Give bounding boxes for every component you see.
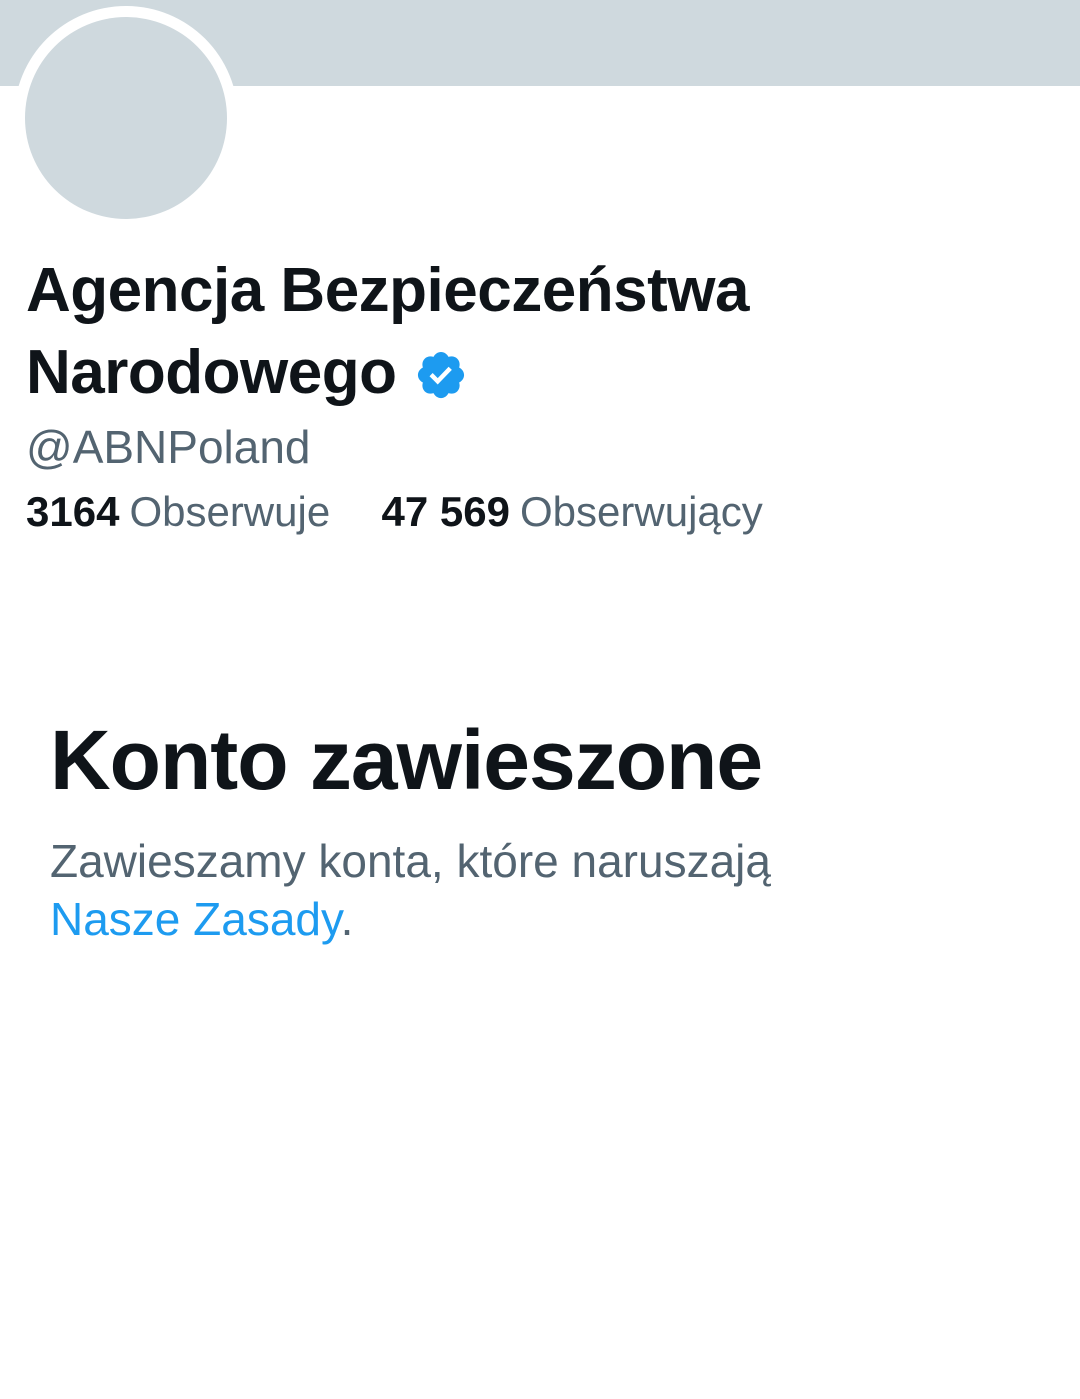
avatar xyxy=(14,6,238,230)
suspension-description: Zawieszamy konta, które naruszają Nasze … xyxy=(50,832,950,948)
following-label: Obserwuje xyxy=(129,488,331,535)
suspension-period: . xyxy=(340,893,354,945)
rules-link[interactable]: Nasze Zasady xyxy=(50,893,341,945)
profile-stats: 3164 Obserwuje 47 569 Obserwujący xyxy=(26,487,763,537)
avatar-placeholder xyxy=(25,17,227,219)
followers-label: Obserwujący xyxy=(520,488,763,535)
profile-name: Agencja Bezpieczeństwa Narodowego xyxy=(26,250,926,414)
profile-handle: @ABNPoland xyxy=(26,421,311,473)
profile-name-line1: Agencja Bezpieczeństwa xyxy=(26,256,749,325)
suspension-text: Zawieszamy konta, które naruszają xyxy=(50,835,771,887)
profile-name-line2: Narodowego xyxy=(26,338,397,407)
suspension-title: Konto zawieszone xyxy=(50,713,763,807)
verified-badge-icon xyxy=(418,351,465,399)
following-count: 3164 xyxy=(26,488,120,535)
followers-count: 47 569 xyxy=(381,488,511,535)
following-link[interactable]: 3164 Obserwuje xyxy=(26,488,342,535)
followers-link[interactable]: 47 569 Obserwujący xyxy=(382,488,763,535)
